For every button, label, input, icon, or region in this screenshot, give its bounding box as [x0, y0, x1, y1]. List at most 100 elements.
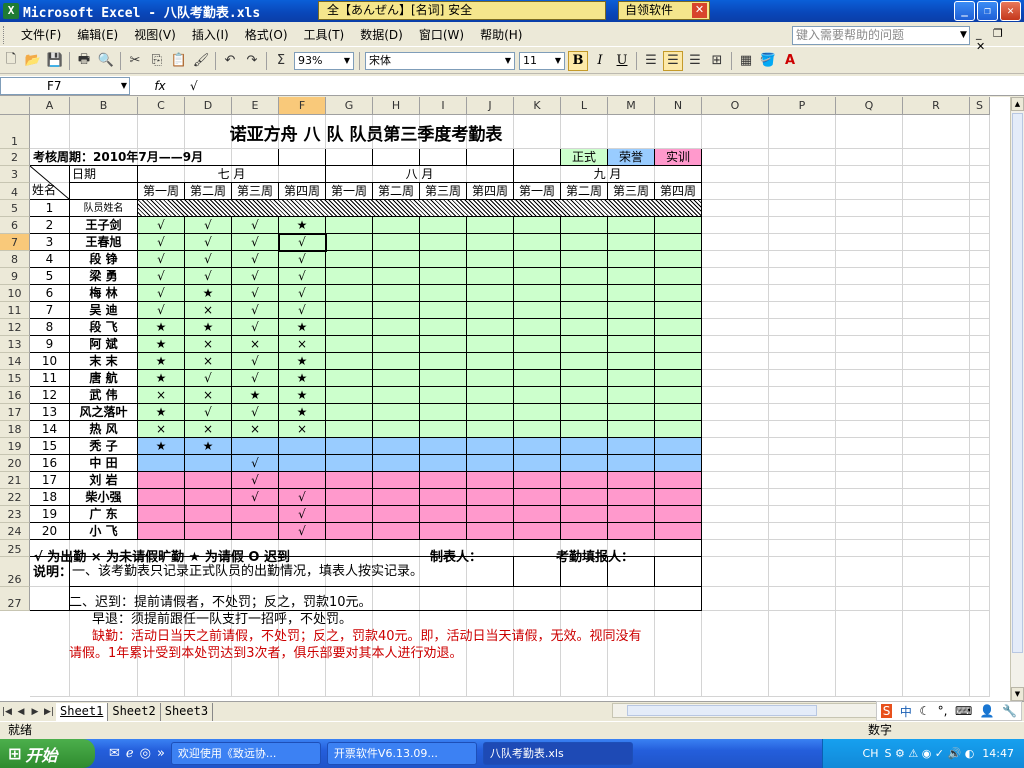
attendance-mark[interactable]: ★ [138, 353, 185, 370]
attendance-cell[interactable] [326, 472, 373, 489]
grid-cell[interactable] [970, 557, 990, 587]
attendance-cell[interactable] [561, 234, 608, 251]
column-header-q[interactable]: Q [836, 97, 903, 115]
attendance-cell[interactable] [467, 472, 514, 489]
attendance-cell[interactable] [326, 506, 373, 523]
attendance-mark[interactable]: √ [185, 370, 232, 387]
attendance-mark[interactable]: √ [279, 523, 326, 540]
grid-cell[interactable] [903, 353, 970, 370]
member-no[interactable]: 8 [30, 319, 70, 336]
grid-cell[interactable] [836, 302, 903, 319]
member-no[interactable]: 17 [30, 472, 70, 489]
attendance-cell[interactable] [373, 523, 420, 540]
grid-cell[interactable] [769, 149, 836, 166]
grid-cell[interactable] [903, 149, 970, 166]
grid-cell[interactable] [970, 438, 990, 455]
month-header-2[interactable]: 八 月 [326, 166, 514, 183]
merge-center-icon[interactable]: ⊞ [707, 51, 727, 71]
attendance-mark[interactable] [138, 455, 185, 472]
attendance-cell[interactable] [326, 455, 373, 472]
menu-data[interactable]: 数据(D) [352, 25, 411, 45]
member-no[interactable]: 18 [30, 489, 70, 506]
menu-view[interactable]: 视图(V) [126, 25, 184, 45]
attendance-cell[interactable] [514, 489, 561, 506]
grid-cell[interactable] [836, 319, 903, 336]
name-box-dropdown-icon[interactable]: ▼ [121, 78, 127, 94]
attendance-cell[interactable] [326, 387, 373, 404]
row-header-8[interactable]: 8 [0, 251, 30, 268]
row2-cell[interactable] [326, 149, 373, 166]
user-icon[interactable]: 👤 [980, 704, 995, 718]
attendance-mark[interactable]: ★ [138, 404, 185, 421]
close-button[interactable]: ✕ [1000, 1, 1021, 21]
active-cell-outline[interactable] [278, 233, 327, 252]
clock[interactable]: 14:47 [982, 747, 1014, 760]
grid-cell[interactable] [970, 268, 990, 285]
attendance-cell[interactable] [326, 217, 373, 234]
attendance-cell[interactable] [514, 268, 561, 285]
attendance-cell[interactable] [420, 217, 467, 234]
grid-cell[interactable] [702, 472, 769, 489]
month-header-3[interactable]: 九 月 [514, 166, 702, 183]
formula-input[interactable]: √ [190, 77, 1024, 95]
attendance-cell[interactable] [608, 370, 655, 387]
attendance-cell[interactable] [420, 523, 467, 540]
member-name[interactable]: 段 铮 [70, 251, 138, 268]
grid-cell[interactable] [769, 489, 836, 506]
tab-sheet2[interactable]: Sheet2 [108, 702, 161, 721]
paste-icon[interactable]: 📋 [169, 51, 189, 71]
row2-cell[interactable] [467, 149, 514, 166]
grid-cell[interactable] [836, 200, 903, 217]
member-name[interactable]: 热 风 [70, 421, 138, 438]
attendance-cell[interactable] [373, 251, 420, 268]
attendance-cell[interactable] [608, 353, 655, 370]
row-header-11[interactable]: 11 [0, 302, 30, 319]
attendance-cell[interactable] [608, 268, 655, 285]
attendance-mark[interactable]: √ [185, 234, 232, 251]
member-no[interactable]: 19 [30, 506, 70, 523]
grid-cell[interactable] [970, 251, 990, 268]
row-header-20[interactable]: 20 [0, 455, 30, 472]
attendance-cell[interactable] [326, 268, 373, 285]
attendance-mark[interactable] [185, 506, 232, 523]
attendance-cell[interactable] [373, 285, 420, 302]
row-header-3[interactable]: 3 [0, 166, 30, 183]
row-header-1[interactable]: 1 [0, 115, 30, 149]
grid-cell[interactable] [836, 251, 903, 268]
grid-cell[interactable] [970, 302, 990, 319]
grid-cell[interactable] [903, 387, 970, 404]
attendance-cell[interactable] [467, 285, 514, 302]
attendance-mark[interactable]: √ [138, 302, 185, 319]
align-right-icon[interactable]: ☰ [685, 51, 705, 71]
row-header-25[interactable]: 25 [0, 540, 30, 557]
attendance-cell[interactable] [420, 251, 467, 268]
grid-cell[interactable] [769, 251, 836, 268]
first-sheet-icon[interactable]: |◀ [0, 707, 14, 717]
member-name[interactable]: 中 田 [70, 455, 138, 472]
grid-cell[interactable] [702, 387, 769, 404]
attendance-cell[interactable] [467, 387, 514, 404]
week-header[interactable]: 第二周 [373, 183, 420, 200]
attendance-cell[interactable] [514, 387, 561, 404]
attendance-cell[interactable] [514, 319, 561, 336]
attendance-mark[interactable]: × [138, 421, 185, 438]
attendance-cell[interactable] [561, 421, 608, 438]
attendance-mark[interactable]: √ [279, 285, 326, 302]
grid-cell[interactable] [970, 166, 990, 183]
attendance-mark[interactable] [279, 438, 326, 455]
attendance-cell[interactable] [655, 421, 702, 438]
grid-cell[interactable] [769, 540, 836, 557]
row26-cell[interactable] [561, 557, 608, 587]
attendance-cell[interactable] [608, 336, 655, 353]
grid-cell[interactable] [769, 234, 836, 251]
row-header-10[interactable]: 10 [0, 285, 30, 302]
grid-cell[interactable] [769, 557, 836, 587]
attendance-cell[interactable] [608, 438, 655, 455]
grid-cell[interactable] [970, 472, 990, 489]
tray-icons[interactable]: S ⚙ ⚠ ◉ ✓ 🔊 ◐ [885, 747, 975, 760]
attendance-mark[interactable]: ★ [232, 387, 279, 404]
attendance-cell[interactable] [561, 523, 608, 540]
attendance-cell[interactable] [420, 268, 467, 285]
grid-cell[interactable] [769, 115, 836, 149]
grid-cell[interactable] [702, 404, 769, 421]
